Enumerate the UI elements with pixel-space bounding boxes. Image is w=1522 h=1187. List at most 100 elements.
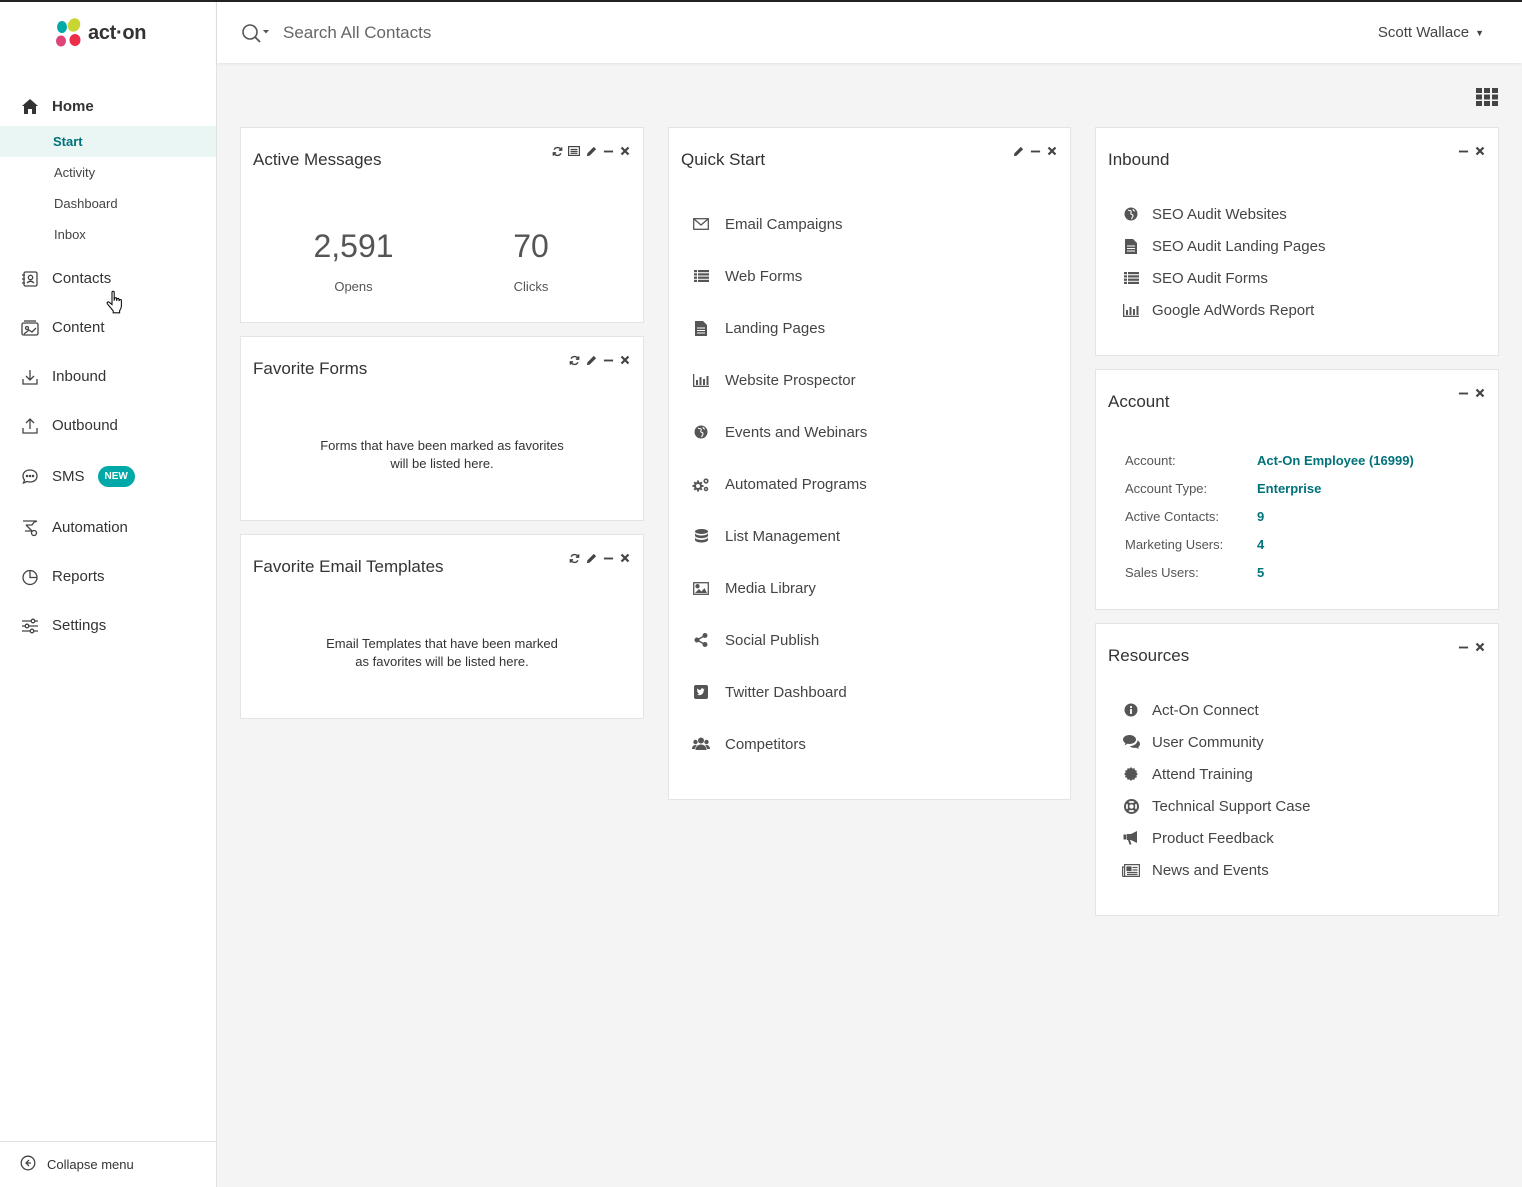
grid-layout-icon[interactable] [1476, 88, 1498, 111]
account-details: Account: Act-On Employee (16999) Account… [1125, 446, 1414, 586]
nav-outbound-label: Outbound [52, 417, 118, 434]
account-row-value[interactable]: Enterprise [1257, 481, 1321, 496]
quick-start-label: Competitors [725, 735, 806, 753]
quick-start-panel: Quick Start Email Campaigns Web Forms La… [668, 127, 1071, 800]
file-icon [692, 320, 710, 336]
minimize-icon[interactable] [602, 145, 614, 157]
list-view-icon[interactable] [568, 145, 580, 157]
nav-reports[interactable]: Reports [0, 552, 216, 601]
quick-start-twitter-dashboard[interactable]: Twitter Dashboard [692, 666, 867, 718]
automation-icon [20, 518, 39, 537]
close-icon[interactable] [619, 552, 631, 564]
nav-sms[interactable]: SMS NEW [0, 450, 216, 503]
quick-start-list-management[interactable]: List Management [692, 510, 867, 562]
user-name: Scott Wallace [1377, 24, 1470, 41]
minimize-icon[interactable] [602, 354, 614, 366]
resource-act-on-connect[interactable]: Act-On Connect [1122, 694, 1310, 726]
minimize-icon[interactable] [1457, 387, 1469, 399]
close-icon[interactable] [619, 145, 631, 157]
resource-user-community[interactable]: User Community [1122, 726, 1310, 758]
certificate-icon [1122, 767, 1140, 781]
account-row: Sales Users: 5 [1125, 558, 1414, 586]
close-icon[interactable] [1474, 145, 1486, 157]
resource-technical-support-case[interactable]: Technical Support Case [1122, 790, 1310, 822]
empty-message-line: as favorites will be listed here. [355, 654, 529, 669]
resource-link-label: Product Feedback [1152, 829, 1274, 847]
quick-start-competitors[interactable]: Competitors [692, 718, 867, 770]
quick-start-media-library[interactable]: Media Library [692, 562, 867, 614]
active-messages-panel: Active Messages 2,591 Opens 70 Clicks [240, 127, 644, 323]
collapse-menu-button[interactable]: Collapse menu [0, 1141, 216, 1187]
quick-start-social-publish[interactable]: Social Publish [692, 614, 867, 666]
list-icon [1122, 272, 1140, 284]
account-row-key: Account: [1125, 452, 1176, 468]
resource-news-and-events[interactable]: News and Events [1122, 854, 1310, 886]
nav-home[interactable]: Home [0, 86, 216, 126]
minimize-icon[interactable] [1457, 145, 1469, 157]
search-contacts-input[interactable] [283, 19, 883, 47]
panel-title: Inbound [1108, 150, 1170, 169]
opens-stat[interactable]: 2,591 Opens [296, 228, 411, 294]
nav-outbound[interactable]: Outbound [0, 401, 216, 450]
nav-sub-activity[interactable]: Activity [0, 157, 216, 188]
top-header: Scott Wallace ▼ [217, 2, 1522, 63]
nav-automation[interactable]: Automation [0, 503, 216, 552]
quick-start-landing-pages[interactable]: Landing Pages [692, 302, 867, 354]
newspaper-icon [1122, 863, 1140, 877]
edit-pencil-icon[interactable] [585, 145, 597, 157]
resource-attend-training[interactable]: Attend Training [1122, 758, 1310, 790]
search-scope-dropdown[interactable] [241, 23, 271, 45]
nav-inbound[interactable]: Inbound [0, 352, 216, 401]
nav-sub-inbox[interactable]: Inbox [0, 219, 216, 250]
quick-start-label: List Management [725, 527, 841, 545]
account-row-key: Account Type: [1125, 480, 1208, 496]
file-icon [1122, 238, 1140, 254]
home-icon [20, 97, 39, 116]
account-row-value[interactable]: Act-On Employee (16999) [1257, 453, 1414, 468]
opens-label: Opens [334, 279, 373, 294]
account-row-value[interactable]: 4 [1257, 537, 1264, 552]
nav-home-label: Home [52, 97, 94, 115]
list-icon [692, 270, 710, 282]
nav-sub-start[interactable]: Start [0, 126, 216, 157]
account-row-value[interactable]: 5 [1257, 565, 1264, 580]
edit-pencil-icon[interactable] [585, 552, 597, 564]
quick-start-web-forms[interactable]: Web Forms [692, 250, 867, 302]
account-row: Active Contacts: 9 [1125, 502, 1414, 530]
account-row-value[interactable]: 9 [1257, 509, 1264, 524]
quick-start-email-campaigns[interactable]: Email Campaigns [692, 198, 867, 250]
minimize-icon[interactable] [602, 552, 614, 564]
inbound-google-adwords-report[interactable]: Google AdWords Report [1122, 294, 1325, 326]
close-icon[interactable] [1474, 641, 1486, 653]
bullhorn-icon [1122, 831, 1140, 845]
resource-link-label: Technical Support Case [1152, 797, 1311, 815]
quick-start-events-webinars[interactable]: Events and Webinars [692, 406, 867, 458]
user-menu[interactable]: Scott Wallace ▼ [1378, 24, 1484, 41]
info-icon [1122, 703, 1140, 717]
refresh-icon[interactable] [551, 145, 563, 157]
nav-settings[interactable]: Settings [0, 601, 216, 650]
edit-pencil-icon[interactable] [585, 354, 597, 366]
inbound-seo-audit-websites[interactable]: SEO Audit Websites [1122, 198, 1325, 230]
refresh-icon[interactable] [568, 552, 580, 564]
quick-start-label: Social Publish [725, 631, 820, 649]
close-icon[interactable] [619, 354, 631, 366]
panel-title: Account [1108, 392, 1170, 411]
close-icon[interactable] [1046, 145, 1058, 157]
quick-start-website-prospector[interactable]: Website Prospector [692, 354, 867, 406]
inbound-seo-audit-landing-pages[interactable]: SEO Audit Landing Pages [1122, 230, 1325, 262]
refresh-icon[interactable] [568, 354, 580, 366]
inbound-list: SEO Audit Websites SEO Audit Landing Pag… [1122, 198, 1325, 326]
close-icon[interactable] [1474, 387, 1486, 399]
nav-sub-dashboard[interactable]: Dashboard [0, 188, 216, 219]
inbound-seo-audit-forms[interactable]: SEO Audit Forms [1122, 262, 1325, 294]
edit-pencil-icon[interactable] [1012, 145, 1024, 157]
minimize-icon[interactable] [1457, 641, 1469, 653]
minimize-icon[interactable] [1029, 145, 1041, 157]
quick-start-automated-programs[interactable]: Automated Programs [692, 458, 867, 510]
clicks-stat[interactable]: 70 Clicks [481, 228, 581, 294]
resource-product-feedback[interactable]: Product Feedback [1122, 822, 1310, 854]
act-on-logo[interactable]: act·on [53, 16, 147, 50]
inbound-link-label: Google AdWords Report [1152, 301, 1315, 319]
account-row: Marketing Users: 4 [1125, 530, 1414, 558]
